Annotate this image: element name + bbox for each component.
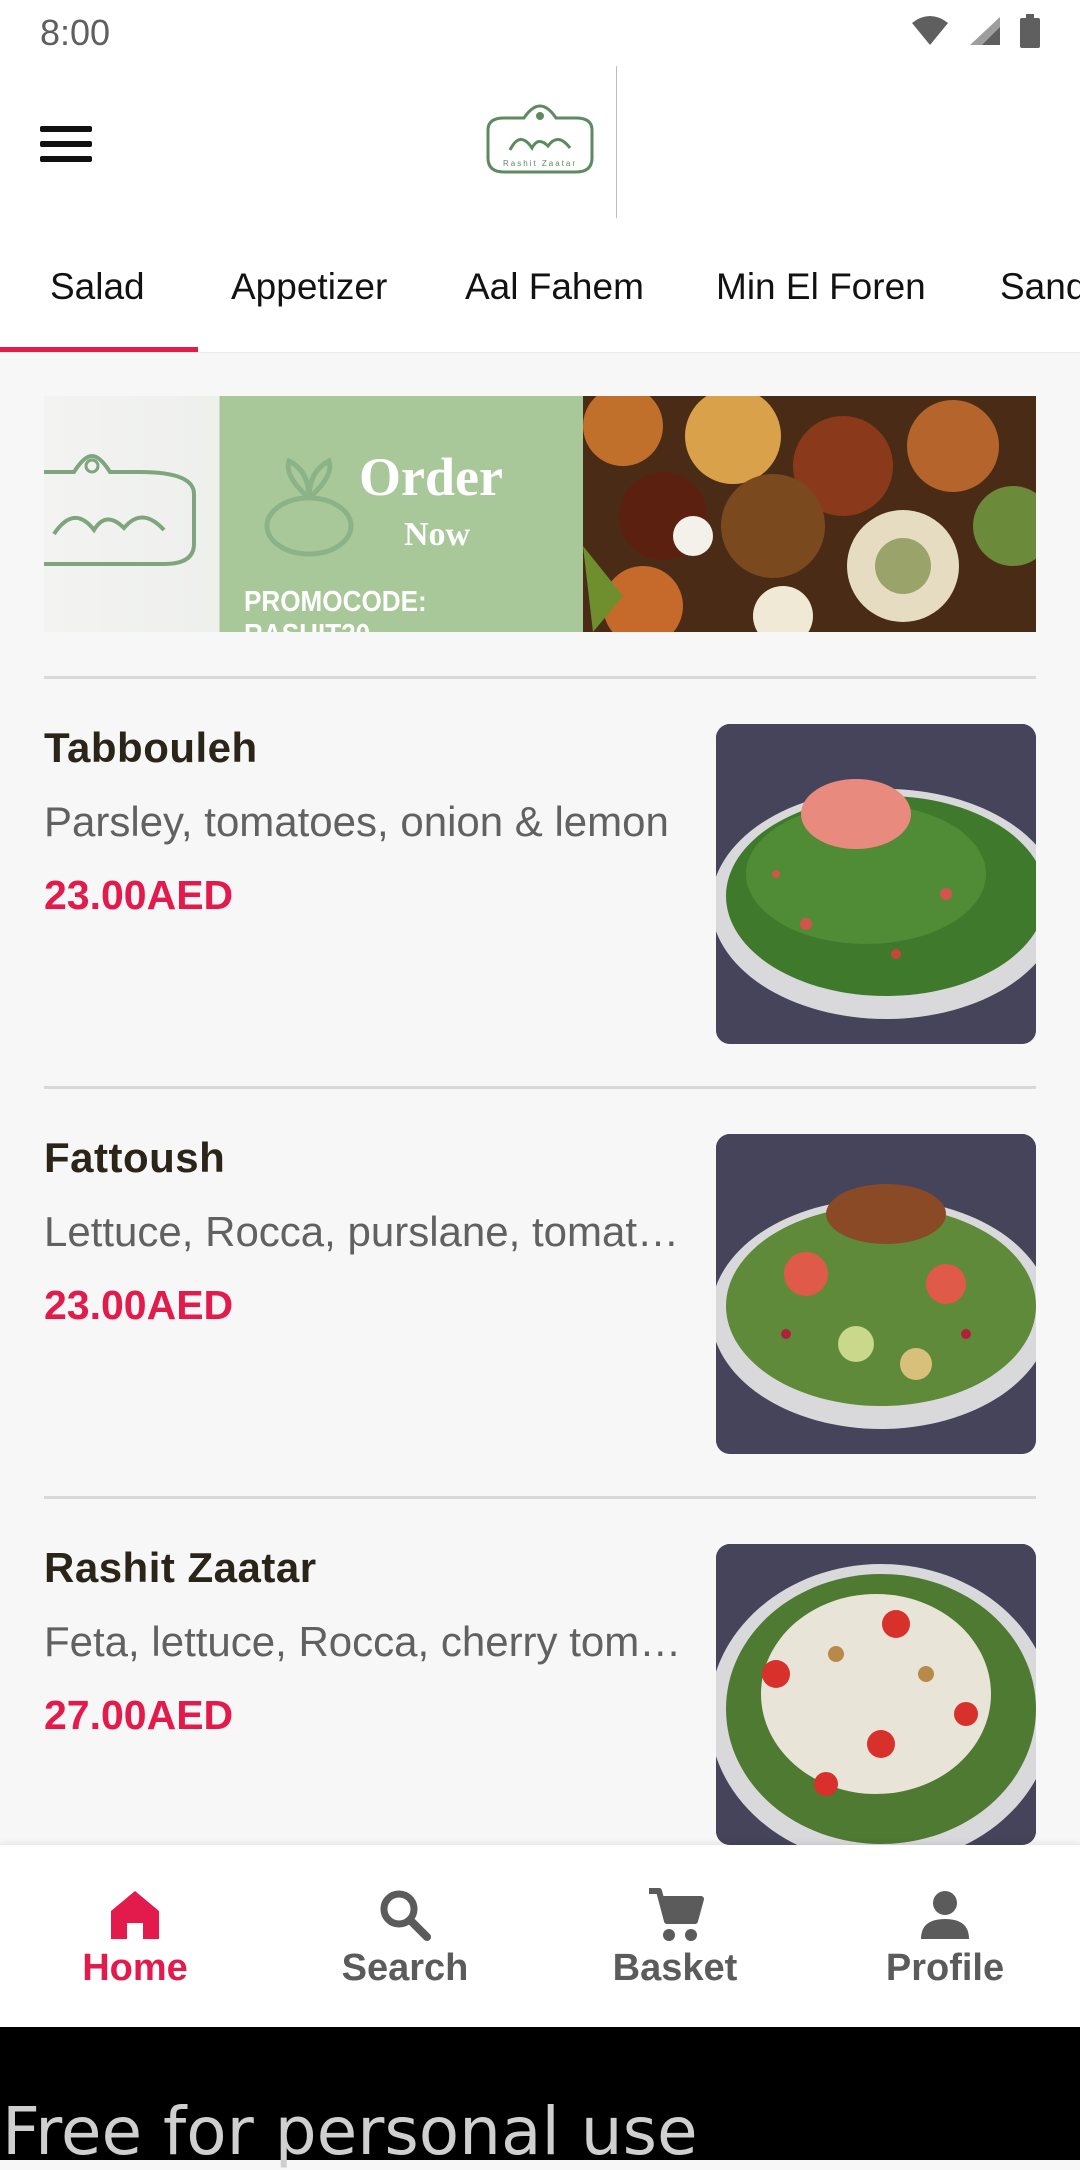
promo-banner[interactable]: Order Now PROMOCODE: RASHIT20 — [44, 396, 1036, 632]
item-price: 27.00AED — [44, 1692, 234, 1738]
tab-appetizer[interactable]: Appetizer — [231, 266, 387, 308]
nav-home[interactable]: Home — [0, 1845, 270, 2027]
search-icon — [380, 1890, 431, 1941]
status-bar: 8:00 — [0, 0, 1080, 66]
item-name: Rashit Zaatar — [44, 1544, 317, 1591]
tab-aal-fahem[interactable]: Aal Fahem — [465, 266, 644, 308]
bottom-navigation: Home Search Basket Profile — [0, 1845, 1080, 2027]
banner-now-text: Now — [404, 516, 471, 553]
promo-banner-text-panel: Order Now PROMOCODE: RASHIT20 — [44, 396, 583, 632]
nav-search[interactable]: Search — [270, 1845, 540, 2027]
item-photo — [716, 724, 1036, 1044]
menu-icon[interactable] — [40, 126, 92, 162]
tab-min-el-foren[interactable]: Min El Foren — [716, 266, 926, 308]
menu-item-tabbouleh[interactable]: Tabbouleh Parsley, tomatoes, onion & lem… — [44, 724, 1036, 1044]
wifi-icon — [912, 16, 948, 45]
item-photo — [716, 1544, 1036, 1845]
status-icons — [910, 14, 1040, 48]
nav-profile-label: Profile — [885, 1947, 1005, 1989]
nav-search-label: Search — [341, 1947, 469, 1989]
signal-icon — [970, 17, 1000, 45]
home-icon — [111, 1891, 159, 1939]
watermark-text: Free for personal use — [2, 2093, 698, 2170]
nav-profile[interactable]: Profile — [810, 1845, 1080, 2027]
tab-salad[interactable]: Salad — [50, 266, 145, 308]
item-description: Feta, lettuce, Rocca, cherry tomatoes — [44, 1618, 694, 1665]
logo-emblem-icon: Rashit Zaatar — [486, 104, 593, 174]
divider — [44, 1086, 1036, 1089]
item-price: 23.00AED — [44, 872, 234, 918]
person-icon — [921, 1891, 969, 1939]
category-tabs: Salad Appetizer Aal Fahem Min El Foren S… — [0, 218, 1080, 353]
item-price: 23.00AED — [44, 1282, 234, 1328]
divider — [44, 1496, 1036, 1499]
app-header: Rashit Zaatar — [0, 66, 1080, 219]
banner-promo-code: PROMOCODE: RASHIT20 — [244, 586, 427, 632]
banner-food-photo — [583, 396, 1036, 632]
item-photo — [716, 1134, 1036, 1454]
nav-home-label: Home — [82, 1947, 188, 1989]
status-time: 8:00 — [40, 12, 111, 53]
menu-item-fattoush[interactable]: Fattoush Lettuce, Rocca, purslane, tomat… — [44, 1134, 1036, 1454]
brand-logo: Rashit Zaatar — [463, 66, 617, 219]
item-name: Fattoush — [44, 1134, 226, 1181]
active-tab-indicator — [0, 347, 198, 352]
item-name: Tabbouleh — [44, 724, 258, 771]
menu-item-rashit-zaatar[interactable]: Rashit Zaatar Feta, lettuce, Rocca, cher… — [44, 1544, 1036, 1864]
cart-icon — [649, 1888, 704, 1941]
nav-basket[interactable]: Basket — [540, 1845, 810, 2027]
battery-icon — [1020, 14, 1040, 48]
divider — [44, 676, 1036, 679]
banner-logo-icon — [44, 453, 196, 566]
banner-leaf-icon — [264, 457, 354, 557]
system-footer: Free for personal use — [0, 2027, 1080, 2170]
tab-sandwiches[interactable]: Sand — [1000, 266, 1080, 308]
svg-text:Rashit Zaatar: Rashit Zaatar — [502, 159, 576, 168]
nav-basket-label: Basket — [612, 1947, 738, 1989]
item-description: Parsley, tomatoes, onion & lemon — [44, 798, 669, 845]
item-description: Lettuce, Rocca, purslane, tomatoes — [44, 1208, 694, 1255]
banner-order-text: Order — [359, 447, 503, 507]
